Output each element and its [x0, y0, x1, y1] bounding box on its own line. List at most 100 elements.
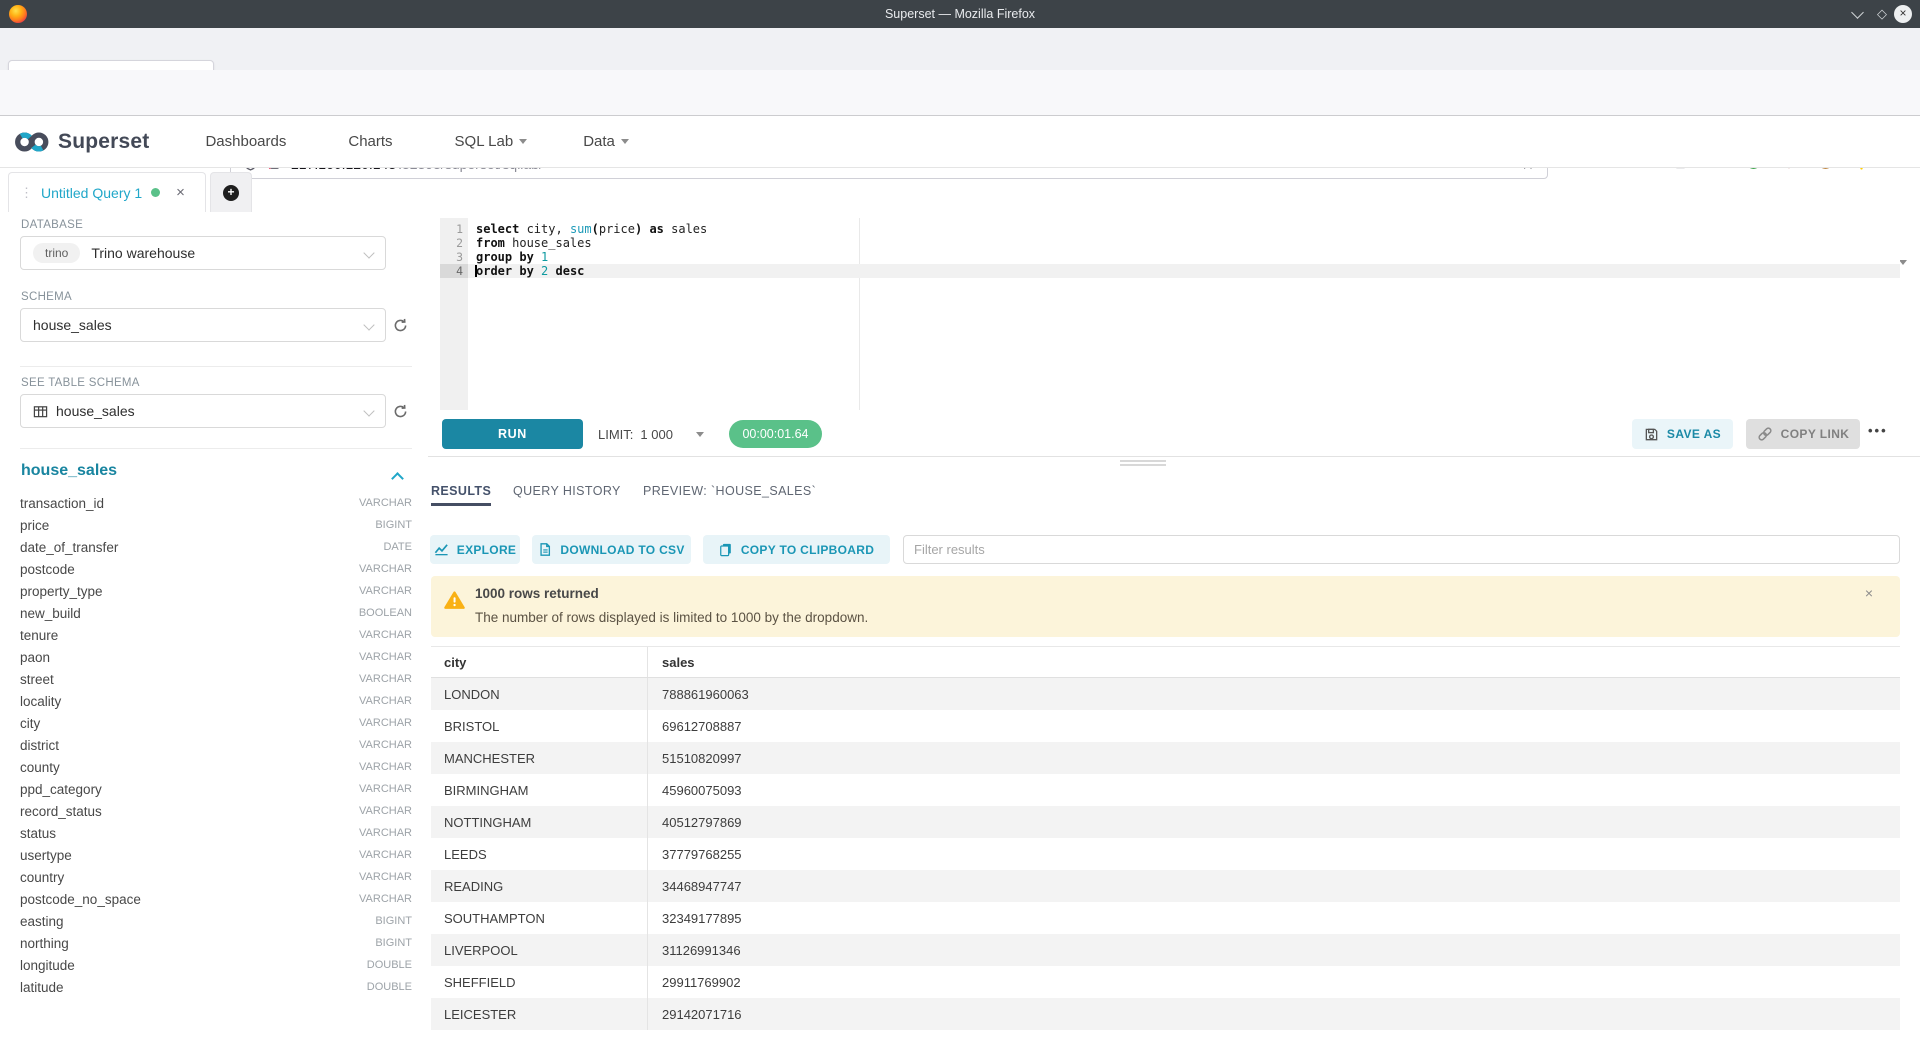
- rows-warning-banner: 1000 rows returned The number of rows di…: [431, 576, 1900, 637]
- schema-column-row[interactable]: postcodeVARCHAR: [20, 558, 412, 580]
- tab-query-history[interactable]: QUERY HISTORY: [513, 484, 621, 498]
- filter-results-input[interactable]: [903, 535, 1900, 564]
- table-schema-label: SEE TABLE SCHEMA: [21, 377, 140, 389]
- schema-column-row[interactable]: cityVARCHAR: [20, 712, 412, 734]
- editor-code[interactable]: select city, sum(price) as salesfrom hou…: [468, 218, 1900, 278]
- window-maximize-icon[interactable]: ◇: [1877, 7, 1887, 21]
- tab-preview-house-sales[interactable]: PREVIEW: `HOUSE_SALES`: [643, 484, 816, 498]
- drag-handle-icon[interactable]: ⋮: [20, 185, 33, 201]
- query-tab-label[interactable]: Untitled Query 1: [41, 185, 142, 201]
- query-tab-close-icon[interactable]: ×: [176, 184, 185, 201]
- schema-column-row[interactable]: eastingBIGINT: [20, 910, 412, 932]
- plus-circle-icon: +: [223, 185, 239, 201]
- schema-column-row[interactable]: postcode_no_spaceVARCHAR: [20, 888, 412, 910]
- database-value: Trino warehouse: [91, 245, 195, 261]
- schema-column-row[interactable]: status VARCHAR: [20, 822, 412, 844]
- run-button[interactable]: RUN: [442, 419, 583, 449]
- code-line[interactable]: order by 2 desc: [468, 264, 1900, 278]
- schema-label: SCHEMA: [21, 291, 72, 303]
- schema-column-row[interactable]: longitudeDOUBLE: [20, 954, 412, 976]
- column-name: status: [20, 826, 56, 841]
- save-as-button[interactable]: SAVE AS: [1632, 419, 1733, 449]
- column-type: VARCHAR: [359, 497, 412, 509]
- schema-column-row[interactable]: ppd_categoryVARCHAR: [20, 778, 412, 800]
- column-name: postcode: [20, 562, 75, 577]
- sql-editor[interactable]: 1234 select city, sum(price) as salesfro…: [440, 218, 1900, 410]
- column-type: VARCHAR: [359, 827, 412, 839]
- tab-results[interactable]: RESULTS: [431, 484, 491, 498]
- schema-column-row[interactable]: record_statusVARCHAR: [20, 800, 412, 822]
- schema-column-row[interactable]: property_type VARCHAR: [20, 580, 412, 602]
- refresh-table-icon[interactable]: [392, 403, 409, 420]
- schema-column-row[interactable]: northing BIGINT: [20, 932, 412, 954]
- schema-column-row[interactable]: tenureVARCHAR: [20, 624, 412, 646]
- refresh-schema-icon[interactable]: [392, 317, 409, 334]
- query-tab[interactable]: ⋮ Untitled Query 1 ×: [8, 172, 206, 212]
- table-row: NOTTINGHAM40512797869: [431, 806, 1900, 838]
- add-query-tab-button[interactable]: +: [210, 172, 252, 212]
- warning-close-icon[interactable]: ×: [1865, 585, 1873, 601]
- chevron-down-icon: [519, 139, 527, 144]
- schema-column-row[interactable]: new_buildBOOLEAN: [20, 602, 412, 624]
- code-line[interactable]: group by 1: [468, 250, 1900, 264]
- column-type: VARCHAR: [359, 673, 412, 685]
- cell-sales: 29142071716: [648, 1007, 1900, 1022]
- copy-link-button[interactable]: COPY LINK: [1746, 419, 1860, 449]
- clipboard-icon: [719, 542, 733, 557]
- database-select[interactable]: trino Trino warehouse: [20, 236, 386, 270]
- schema-column-row[interactable]: priceBIGINT: [20, 514, 412, 536]
- limit-dropdown[interactable]: LIMIT: 1 000: [598, 419, 704, 449]
- column-header-city[interactable]: city: [431, 647, 648, 677]
- column-type: BIGINT: [375, 937, 412, 949]
- column-name: northing: [20, 936, 69, 951]
- code-line[interactable]: select city, sum(price) as sales: [468, 222, 1900, 236]
- code-line[interactable]: from house_sales: [468, 236, 1900, 250]
- nav-item-sql-lab[interactable]: SQL Lab: [455, 133, 528, 150]
- gutter-line-number: 1: [440, 222, 468, 236]
- schema-column-row[interactable]: countyVARCHAR: [20, 756, 412, 778]
- table-row: READING34468947747: [431, 870, 1900, 902]
- superset-logo[interactable]: [14, 129, 50, 155]
- collapse-chevron-up-icon[interactable]: [391, 472, 404, 485]
- column-name: ppd_category: [20, 782, 102, 797]
- window-close-icon[interactable]: ×: [1894, 5, 1912, 23]
- table-schema-select[interactable]: house_sales: [20, 394, 386, 428]
- limit-label: LIMIT:: [598, 427, 633, 442]
- schema-value: house_sales: [33, 317, 112, 333]
- more-options-button[interactable]: •••: [1868, 423, 1888, 438]
- explore-button[interactable]: EXPLORE: [430, 535, 520, 564]
- download-csv-button[interactable]: DOWNLOAD TO CSV: [532, 535, 691, 564]
- table-row: LEICESTER29142071716: [431, 998, 1900, 1030]
- schema-column-row[interactable]: streetVARCHAR: [20, 668, 412, 690]
- gutter-line-number: 2: [440, 236, 468, 250]
- superset-brand[interactable]: Superset: [58, 130, 149, 154]
- column-name: property_type: [20, 584, 103, 599]
- schema-column-row[interactable]: localityVARCHAR: [20, 690, 412, 712]
- schema-column-row[interactable]: latitudeDOUBLE: [20, 976, 412, 998]
- column-name: easting: [20, 914, 64, 929]
- pane-divider: [428, 456, 1920, 457]
- schema-column-row[interactable]: date_of_transferDATE: [20, 536, 412, 558]
- schema-column-row[interactable]: countryVARCHAR: [20, 866, 412, 888]
- pane-resize-handle[interactable]: [1120, 460, 1166, 468]
- schema-column-row[interactable]: paonVARCHAR: [20, 646, 412, 668]
- results-tbody: LONDON788861960063BRISTOL69612708887MANC…: [431, 678, 1900, 1030]
- column-header-sales[interactable]: sales: [648, 655, 1900, 670]
- nav-item-dashboards[interactable]: Dashboards: [205, 133, 286, 150]
- chart-icon: [434, 542, 449, 557]
- table-name-heading[interactable]: house_sales: [21, 462, 117, 480]
- column-type: VARCHAR: [359, 695, 412, 707]
- copy-clipboard-button[interactable]: COPY TO CLIPBOARD: [703, 535, 890, 564]
- window-titlebar: Superset — Mozilla Firefox ◇ ×: [0, 0, 1920, 28]
- schema-column-row[interactable]: transaction_id VARCHAR: [20, 492, 412, 514]
- column-type: VARCHAR: [359, 585, 412, 597]
- column-name: transaction_id: [20, 496, 104, 511]
- table-row: LEEDS37779768255: [431, 838, 1900, 870]
- nav-item-charts[interactable]: Charts: [348, 133, 392, 150]
- chevron-down-icon: [363, 247, 374, 258]
- nav-item-data[interactable]: Data: [583, 133, 629, 150]
- schema-select[interactable]: house_sales: [20, 308, 386, 342]
- schema-column-row[interactable]: usertypeVARCHAR: [20, 844, 412, 866]
- column-type: BOOLEAN: [359, 607, 412, 619]
- schema-column-row[interactable]: districtVARCHAR: [20, 734, 412, 756]
